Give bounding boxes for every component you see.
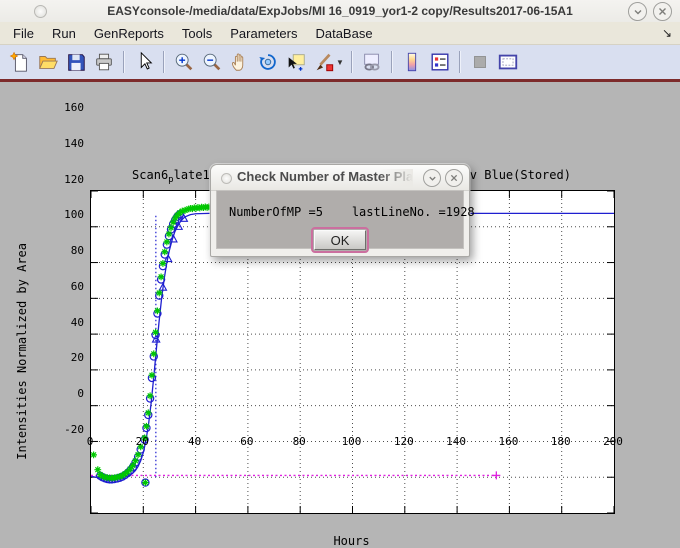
toolbar-separator	[459, 51, 461, 73]
x-tick-label: 160	[488, 435, 528, 448]
legend-icon[interactable]	[427, 49, 453, 75]
y-tick-label: 80	[40, 244, 84, 257]
y-axis-label-box: Intensities Normalized by Area	[14, 190, 30, 512]
toolbar: ▼	[0, 45, 680, 79]
window-titlebar[interactable]: EASYconsole-/media/data/ExpJobs/MI 16_09…	[0, 0, 680, 23]
ok-button[interactable]: OK	[314, 230, 366, 250]
x-axis-label: Hours	[90, 534, 613, 548]
dialog-shade-button[interactable]	[423, 169, 441, 187]
figure-area: Scan6plate1-Spot#1 Filtered Red Includin…	[0, 82, 680, 479]
y-tick-label: 140	[40, 137, 84, 150]
y-tick-label: 40	[40, 316, 84, 329]
x-tick-label: 180	[541, 435, 581, 448]
new-file-icon[interactable]	[7, 49, 33, 75]
y-tick-label: 160	[40, 101, 84, 114]
x-tick-label: 40	[175, 435, 215, 448]
y-tick-label: 20	[40, 351, 84, 364]
dialog-titlebar[interactable]: Check Number of Master Pla	[211, 165, 469, 191]
menu-genreports[interactable]: GenReports	[85, 23, 173, 44]
colorbar-icon[interactable]	[399, 49, 425, 75]
window-close-button[interactable]	[653, 2, 672, 21]
zoom-out-icon[interactable]	[199, 49, 225, 75]
rotate-3d-icon[interactable]	[255, 49, 281, 75]
close-icon	[658, 7, 667, 16]
zoom-in-icon[interactable]	[171, 49, 197, 75]
x-tick-label: 60	[227, 435, 267, 448]
y-tick-label: -20	[40, 423, 84, 436]
dialog-close-button[interactable]	[445, 169, 463, 187]
x-tick-label: 0	[70, 435, 110, 448]
window-menu-icon[interactable]	[34, 5, 47, 18]
menu-overflow-arrow-icon[interactable]: ↘	[662, 26, 672, 40]
menu-file[interactable]: File	[4, 23, 43, 44]
save-icon[interactable]	[63, 49, 89, 75]
toolbar-separator	[123, 51, 125, 73]
ok-button-focus-ring: OK	[311, 227, 369, 253]
toolbar-separator	[351, 51, 353, 73]
x-tick-label: 140	[436, 435, 476, 448]
window-title: EASYconsole-/media/data/ExpJobs/MI 16_09…	[0, 4, 680, 18]
y-tick-label: 120	[40, 173, 84, 186]
x-tick-label: 80	[279, 435, 319, 448]
dialog-body: NumberOfMP =5 lastLineNo. =1928 OK	[216, 190, 464, 249]
message-gap	[323, 205, 352, 219]
data-cursor-icon[interactable]	[283, 49, 309, 75]
y-tick-label: 100	[40, 208, 84, 221]
edit-arrow-icon[interactable]	[131, 49, 157, 75]
dialog-title: Check Number of Master Pla	[237, 169, 413, 187]
toolbar-separator	[391, 51, 393, 73]
app-window: EASYconsole-/media/data/ExpJobs/MI 16_09…	[0, 0, 680, 479]
chevron-down-icon	[428, 174, 437, 183]
show-plot-tools-icon[interactable]	[495, 49, 521, 75]
window-shade-button[interactable]	[628, 2, 647, 21]
hide-plot-tools-icon[interactable]	[467, 49, 493, 75]
brush-icon[interactable]	[311, 49, 337, 75]
y-tick-label: 60	[40, 280, 84, 293]
y-tick-label: 0	[40, 387, 84, 400]
x-tick-label: 100	[332, 435, 372, 448]
pan-hand-icon[interactable]	[227, 49, 253, 75]
menubar: File Run GenReports Tools Parameters Dat…	[0, 22, 680, 45]
toolbar-separator	[163, 51, 165, 73]
chart-title-prefix: Scan6	[132, 168, 168, 182]
print-icon[interactable]	[91, 49, 117, 75]
menu-database[interactable]: DataBase	[306, 23, 381, 44]
dialog-message: NumberOfMP =5 lastLineNo. =1928	[229, 205, 475, 219]
check-master-plates-dialog: Check Number of Master Pla NumberOfMP =5…	[210, 164, 470, 257]
x-tick-label: 200	[593, 435, 633, 448]
brush-dropdown-caret[interactable]: ▼	[336, 58, 344, 67]
number-of-mp-value: NumberOfMP =5	[229, 205, 323, 219]
chevron-down-icon	[633, 7, 643, 17]
x-tick-label: 120	[384, 435, 424, 448]
menu-run[interactable]: Run	[43, 23, 85, 44]
close-icon	[450, 174, 458, 182]
menu-tools[interactable]: Tools	[173, 23, 221, 44]
link-plot-icon[interactable]	[359, 49, 385, 75]
last-line-no-value: lastLineNo. =1928	[352, 205, 475, 219]
x-tick-label: 20	[122, 435, 162, 448]
y-axis-label: Intensities Normalized by Area	[15, 243, 29, 460]
open-file-icon[interactable]	[35, 49, 61, 75]
dialog-menu-icon[interactable]	[221, 173, 232, 184]
menu-parameters[interactable]: Parameters	[221, 23, 306, 44]
